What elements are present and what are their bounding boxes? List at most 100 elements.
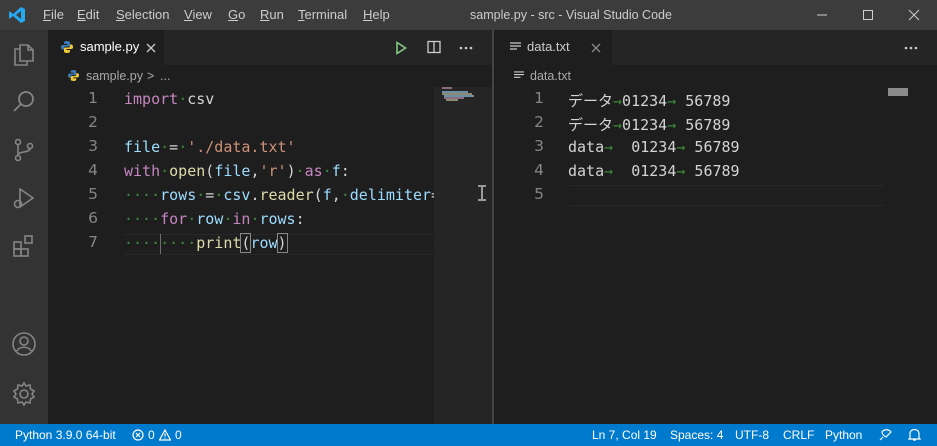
breadcrumb-file[interactable]: data.txt [530,69,571,83]
line-number: 2 [534,113,544,131]
code-token: → [667,92,677,110]
status-cursor-position[interactable]: Ln 7, Col 19 [592,428,657,442]
code-line: import·csv [124,90,214,108]
menu-edit[interactable]: Edit [77,7,99,22]
code-token: csv [187,90,215,108]
activity-source-control[interactable] [0,126,48,174]
close-tab-icon[interactable] [146,43,156,53]
code-token: 01234 [622,116,668,134]
minimap-slider[interactable] [434,87,492,424]
menu-go[interactable]: Go [228,7,245,22]
close-icon [908,9,920,21]
status-language-mode[interactable]: Python [825,428,862,442]
feedback-icon[interactable] [878,428,893,442]
activity-run-debug[interactable] [0,174,48,222]
breadcrumb-file[interactable]: sample.py [86,69,143,83]
code-token: · [340,186,350,204]
status-indentation[interactable]: Spaces: 4 [670,428,723,442]
code-token: · [214,186,224,204]
code-token: 56789 [685,162,740,180]
code-token: データ [568,116,614,134]
more-actions-icon[interactable] [459,46,473,50]
activity-search[interactable] [0,78,48,126]
code-line: ····for·row·in·rows: [124,210,305,228]
code-token: with [124,162,161,180]
menu-selection[interactable]: Selection [116,7,169,22]
code-line: data→ 01234→ 56789 [568,162,740,180]
activity-explorer[interactable] [0,30,48,78]
tab-sample-py[interactable]: sample.py [48,30,164,65]
code-editor-right[interactable]: 1 データ→01234→ 56789 2 データ→01234→ 56789 3 data→… [494,87,884,424]
breadcrumb-symbol[interactable]: ... [160,69,170,83]
text-file-icon [510,42,521,50]
code-line: データ→01234→ 56789 [568,114,730,135]
status-eol[interactable]: CRLF [783,428,814,442]
minimap-line [888,94,908,96]
minimize-button[interactable] [799,0,845,30]
code-token: print [196,234,242,252]
minimize-icon [817,14,827,16]
line-number: 7 [88,233,98,251]
code-token: → [604,162,614,180]
code-token: file [214,162,251,180]
activity-bar [0,30,48,424]
code-line: data→ 01234→ 56789 [568,138,740,156]
line-number: 2 [88,113,98,131]
code-token: 01234 [622,92,668,110]
line-number: 3 [88,137,98,155]
line-number: 4 [88,161,98,179]
close-tab-icon[interactable] [591,43,601,53]
code-token: row [250,234,278,252]
menu-help[interactable]: Help [363,7,390,22]
code-token: · [160,162,170,180]
tab-data-txt[interactable]: data.txt [494,30,612,65]
status-python-interpreter[interactable]: Python 3.9.0 64-bit [15,428,116,442]
code-token: · [322,162,332,180]
close-button[interactable] [891,0,937,30]
code-token: ( [205,162,215,180]
code-token: file [124,138,161,156]
code-token: : [295,210,305,228]
text-file-icon [514,71,524,78]
minimap[interactable] [434,87,492,424]
menu-run[interactable]: Run [260,7,284,22]
code-token: 01234 [613,162,677,180]
code-token: ) [286,162,296,180]
status-encoding[interactable]: UTF-8 [735,428,769,442]
activity-accounts[interactable] [0,320,48,368]
maximize-icon [863,10,873,20]
activity-manage[interactable] [0,370,48,418]
code-token: rows [259,210,296,228]
run-icon[interactable] [395,41,407,55]
minimap-line [442,87,452,89]
status-problems[interactable]: 0 0 [131,424,191,446]
code-token: ···· [160,234,197,252]
minimap-right[interactable] [884,87,937,424]
warning-count: 0 [175,428,182,442]
notifications-bell-icon[interactable] [908,428,921,442]
code-editor-left[interactable]: 1 import·csv 2 3 file·=·'./data.txt' 4 with·op… [48,87,434,424]
activity-extensions[interactable] [0,222,48,270]
code-token: データ [568,92,614,110]
code-token: → [613,92,623,110]
title-bar: File Edit Selection View Go Run Terminal… [0,0,937,30]
warning-icon [159,429,171,441]
code-token: delimiter [349,186,432,204]
code-token: in [232,210,251,228]
menu-view[interactable]: View [184,7,212,22]
split-editor-icon[interactable] [427,40,441,54]
code-token: = [205,186,215,204]
source-control-icon [14,138,34,162]
menu-file[interactable]: File [43,7,64,22]
code-token: as [304,162,323,180]
code-line: with·open(file,'r')·as·f: [124,162,350,180]
menu-terminal[interactable]: Terminal [298,7,347,22]
vscode-logo-icon [9,7,25,23]
more-actions-icon[interactable] [904,46,918,50]
maximize-button[interactable] [845,0,891,30]
error-count: 0 [148,428,155,442]
code-token: · [187,210,197,228]
code-token: : [340,162,350,180]
window-title: sample.py - src - Visual Studio Code [470,8,672,22]
code-token: open [169,162,206,180]
